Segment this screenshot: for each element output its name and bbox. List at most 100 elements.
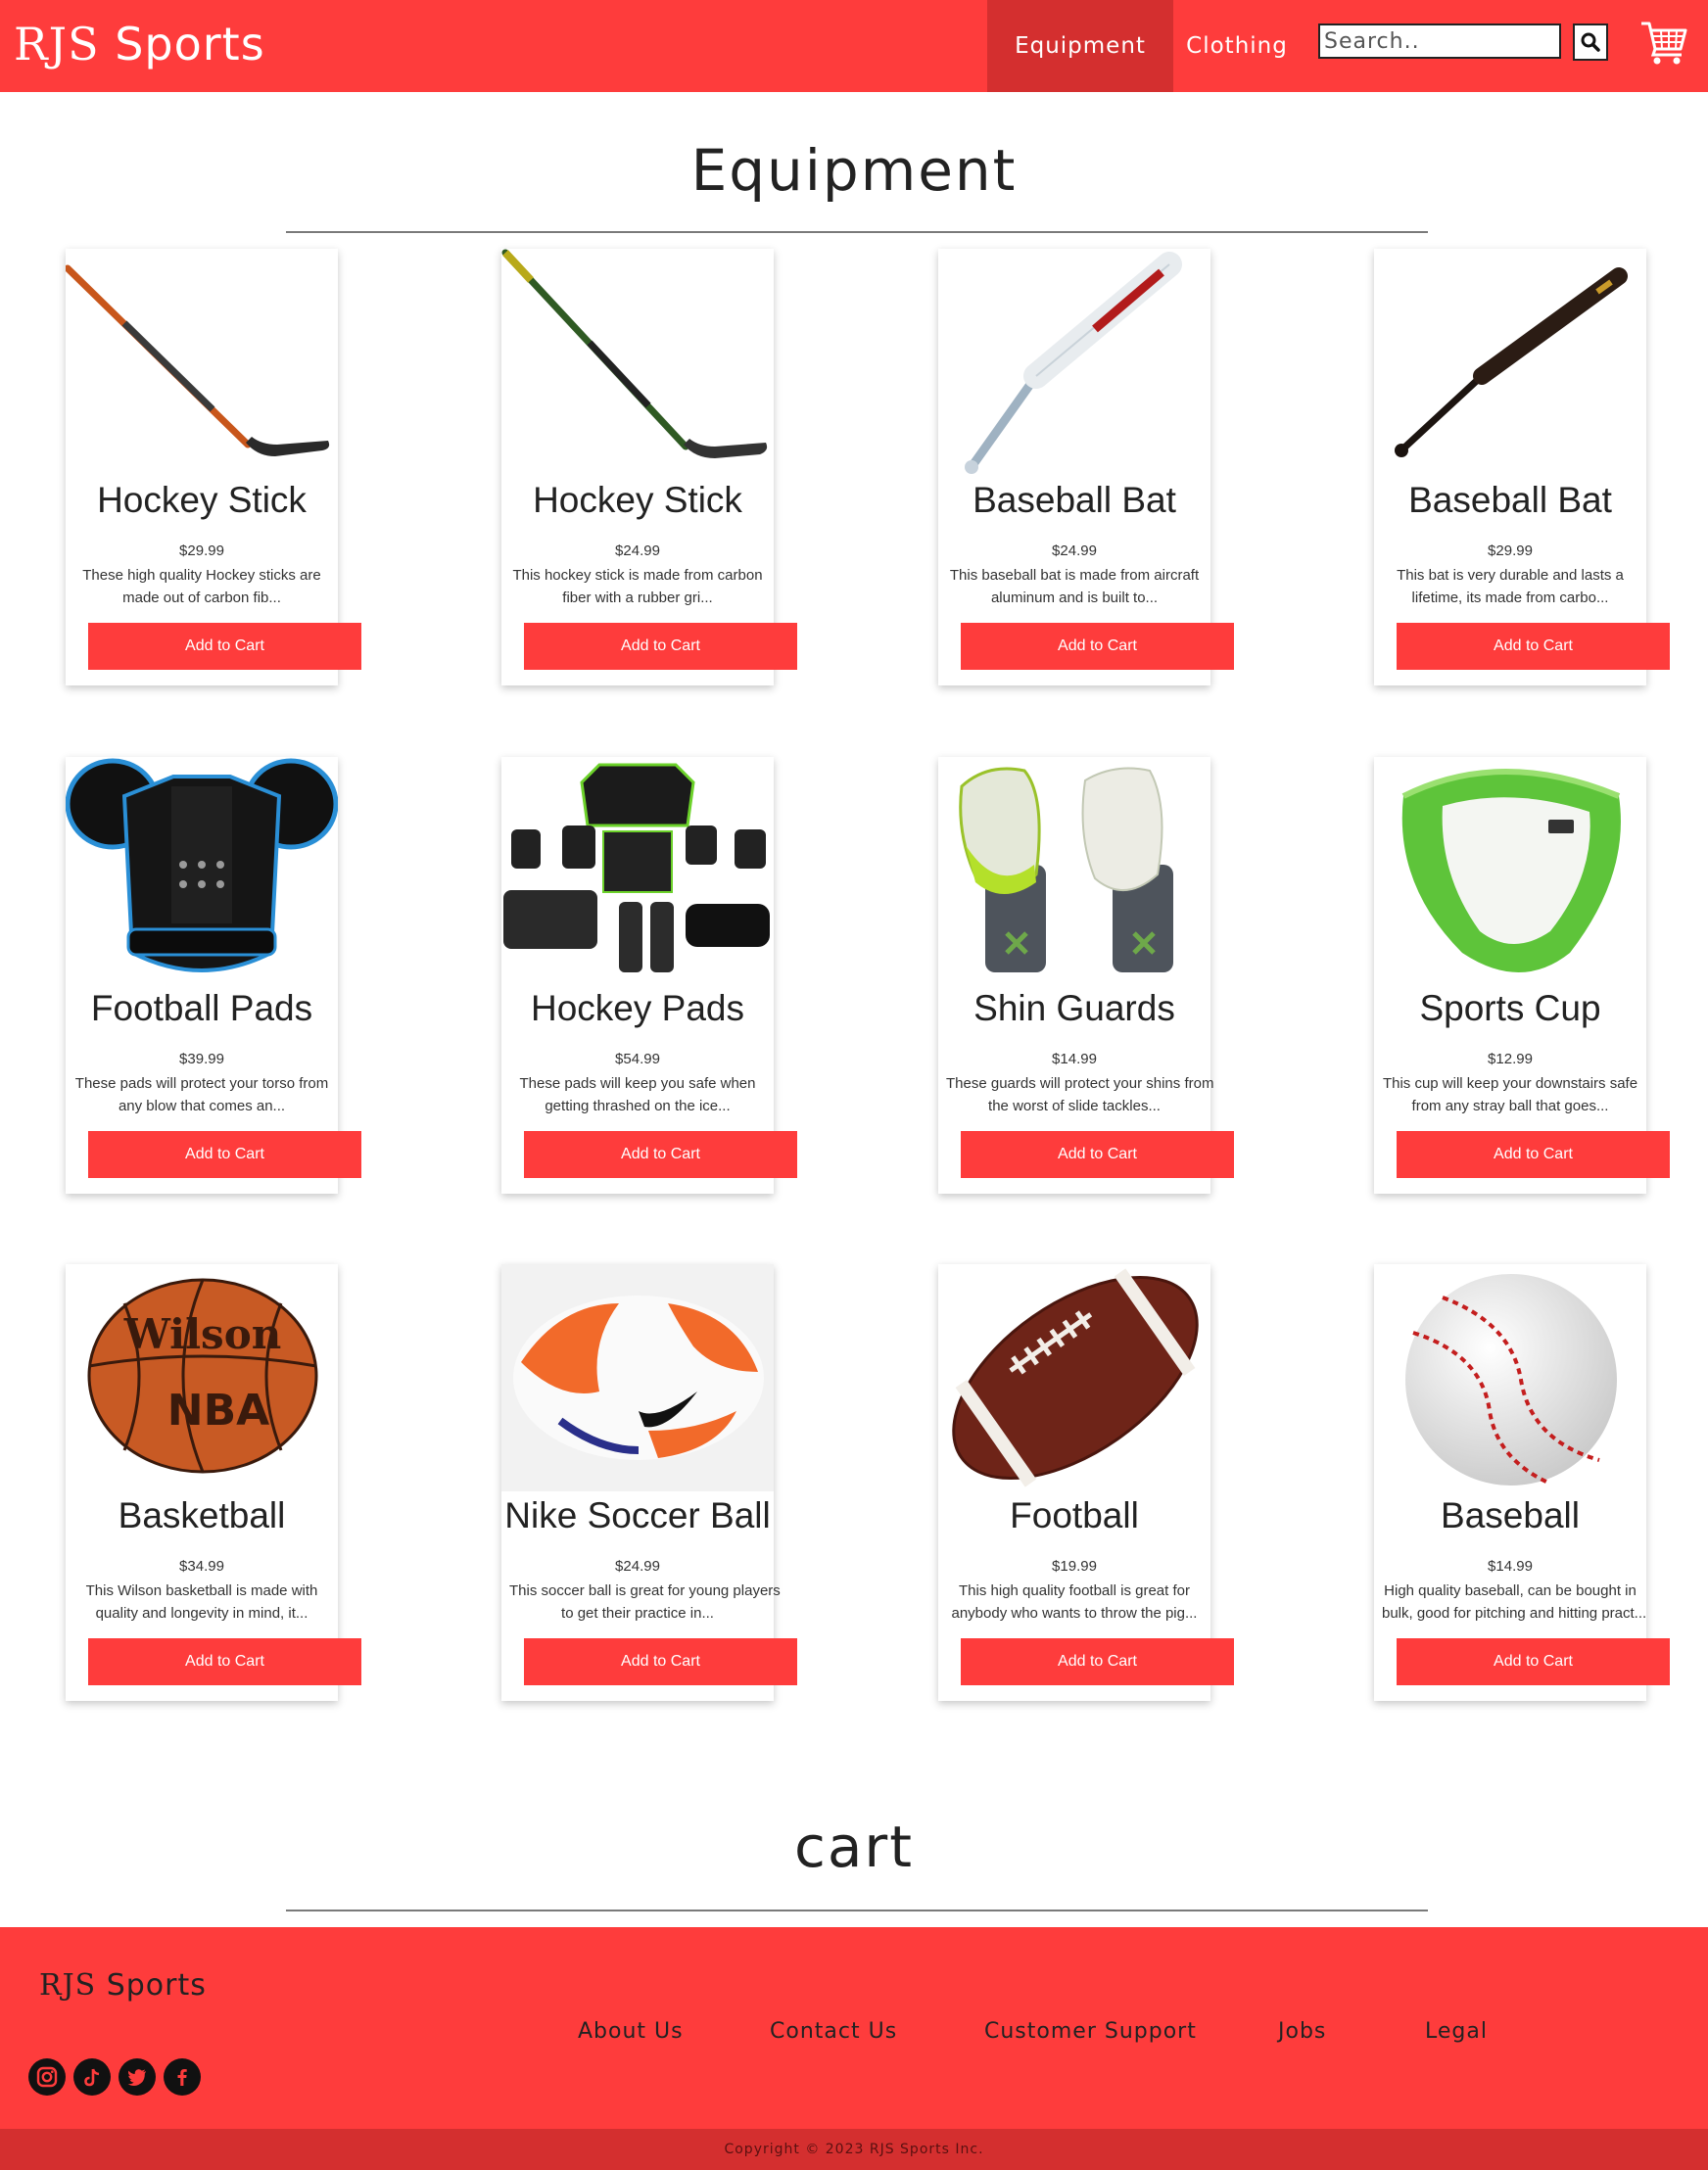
product-description: These high quality Hockey sticks are made… bbox=[82, 567, 321, 606]
footer-brand[interactable]: RJS Sports bbox=[39, 1968, 207, 2003]
site-header: RJS Sports Equipment Clothing bbox=[0, 0, 1708, 92]
product-card: Football $19.99 This high quality footba… bbox=[938, 1264, 1234, 1701]
instagram-icon[interactable] bbox=[28, 2058, 66, 2096]
product-description: These pads will keep you safe when gettin… bbox=[519, 1075, 756, 1114]
product-card: Baseball Bat $24.99 This baseball bat is… bbox=[938, 249, 1234, 685]
add-to-cart-button[interactable]: Add to Cart bbox=[88, 1638, 361, 1685]
search-button[interactable] bbox=[1573, 24, 1608, 61]
product-name: Baseball Bat bbox=[973, 480, 1176, 520]
product-description: This Wilson basketball is made with quali… bbox=[85, 1582, 318, 1622]
product-image[interactable] bbox=[1374, 1264, 1646, 1491]
baseball-bat-image bbox=[965, 252, 1182, 474]
baseball-bat-image bbox=[1395, 267, 1628, 457]
product-card: Wilson NBA Basketball $34.99 This Wilson… bbox=[66, 1264, 361, 1701]
footer-link-jobs[interactable]: Jobs bbox=[1278, 2019, 1326, 2044]
product-image[interactable] bbox=[938, 757, 1210, 984]
product-image[interactable] bbox=[1374, 757, 1646, 984]
product-card: Baseball Bat $29.99 This bat is very dur… bbox=[1374, 249, 1670, 685]
shin-guards-image bbox=[959, 767, 1173, 972]
product-price: $14.99 bbox=[1488, 1558, 1533, 1575]
product-description: High quality baseball, can be bought in b… bbox=[1382, 1582, 1647, 1622]
product-price: $24.99 bbox=[1052, 542, 1097, 559]
footer-link-about-us[interactable]: About Us bbox=[578, 2019, 684, 2044]
product-name: Hockey Pads bbox=[531, 988, 744, 1028]
tiktok-icon[interactable] bbox=[73, 2058, 111, 2096]
product-name: Shin Guards bbox=[973, 988, 1175, 1028]
add-to-cart-button[interactable]: Add to Cart bbox=[1397, 623, 1670, 670]
product-name: Hockey Stick bbox=[533, 480, 742, 520]
hockey-stick-image bbox=[501, 249, 768, 458]
product-name: Hockey Stick bbox=[97, 480, 307, 520]
add-to-cart-button[interactable]: Add to Cart bbox=[961, 623, 1234, 670]
cart-heading: cart bbox=[793, 1814, 915, 1880]
footer-link-customer-support[interactable]: Customer Support bbox=[984, 2019, 1197, 2044]
product-image[interactable] bbox=[501, 1264, 774, 1491]
product-image[interactable] bbox=[938, 1264, 1210, 1491]
football-image bbox=[952, 1268, 1199, 1487]
product-image[interactable]: Wilson NBA bbox=[66, 1264, 338, 1491]
product-description: This hockey stick is made from carbon fib… bbox=[512, 567, 763, 606]
product-image[interactable] bbox=[501, 757, 774, 984]
product-price: $24.99 bbox=[615, 1558, 660, 1575]
product-price: $12.99 bbox=[1488, 1051, 1533, 1067]
add-to-cart-button[interactable]: Add to Cart bbox=[961, 1131, 1234, 1178]
product-name: Sports Cup bbox=[1419, 988, 1601, 1028]
hockey-stick-image bbox=[66, 264, 330, 456]
product-image[interactable] bbox=[66, 757, 338, 984]
copyright-text: Copyright © 2023 RJS Sports Inc. bbox=[724, 2142, 984, 2157]
product-description: This baseball bat is made from aircraft a… bbox=[949, 567, 1200, 606]
copyright-bar: Copyright © 2023 RJS Sports Inc. bbox=[0, 2129, 1708, 2170]
product-price: $29.99 bbox=[179, 542, 224, 559]
product-card: Shin Guards $14.99 These guards will pro… bbox=[938, 757, 1234, 1194]
facebook-icon[interactable] bbox=[164, 2058, 201, 2096]
add-to-cart-button[interactable]: Add to Cart bbox=[88, 1131, 361, 1178]
add-to-cart-button[interactable]: Add to Cart bbox=[961, 1638, 1234, 1685]
product-image[interactable] bbox=[501, 249, 774, 476]
product-price: $29.99 bbox=[1488, 542, 1533, 559]
product-name: Football bbox=[1010, 1495, 1139, 1535]
product-price: $54.99 bbox=[615, 1051, 660, 1067]
svg-text:Wilson: Wilson bbox=[123, 1310, 282, 1358]
footer-link-contact-us[interactable]: Contact Us bbox=[770, 2019, 897, 2044]
add-to-cart-button[interactable]: Add to Cart bbox=[524, 1638, 797, 1685]
product-description: These pads will protect your torso from a… bbox=[74, 1075, 329, 1114]
product-price: $19.99 bbox=[1052, 1558, 1097, 1575]
product-name: Baseball Bat bbox=[1408, 480, 1612, 520]
shopping-cart-icon[interactable] bbox=[1639, 18, 1688, 67]
product-name: Basketball bbox=[118, 1495, 286, 1535]
search-input[interactable] bbox=[1318, 24, 1561, 59]
add-to-cart-button[interactable]: Add to Cart bbox=[1397, 1131, 1670, 1178]
nav-tab-equipment[interactable]: Equipment bbox=[987, 0, 1173, 92]
add-to-cart-button[interactable]: Add to Cart bbox=[1397, 1638, 1670, 1685]
product-price: $34.99 bbox=[179, 1558, 224, 1575]
product-name: Baseball bbox=[1441, 1495, 1580, 1535]
product-image[interactable] bbox=[938, 249, 1210, 476]
product-image[interactable] bbox=[1374, 249, 1646, 476]
basketball-image: Wilson NBA bbox=[87, 1278, 318, 1474]
footer-link-legal[interactable]: Legal bbox=[1425, 2019, 1488, 2044]
product-description: This high quality football is great for a… bbox=[951, 1582, 1198, 1622]
hockey-pads-image bbox=[503, 763, 770, 972]
add-to-cart-button[interactable]: Add to Cart bbox=[524, 623, 797, 670]
product-price: $24.99 bbox=[615, 542, 660, 559]
product-card: Baseball $14.99 High quality baseball, c… bbox=[1374, 1264, 1670, 1701]
site-logo[interactable]: RJS Sports bbox=[14, 18, 265, 71]
product-name: Football Pads bbox=[90, 988, 313, 1028]
soccer-ball-image bbox=[513, 1296, 764, 1460]
twitter-icon[interactable] bbox=[119, 2058, 156, 2096]
product-image[interactable] bbox=[66, 249, 338, 476]
product-description: This bat is very durable and lasts a life… bbox=[1397, 567, 1624, 606]
svg-text:NBA: NBA bbox=[167, 1386, 269, 1436]
product-description: This soccer ball is great for young play… bbox=[509, 1582, 781, 1622]
add-to-cart-button[interactable]: Add to Cart bbox=[524, 1131, 797, 1178]
product-name: Nike Soccer Ball bbox=[504, 1495, 771, 1535]
add-to-cart-button[interactable]: Add to Cart bbox=[88, 623, 361, 670]
product-price: $14.99 bbox=[1052, 1051, 1097, 1067]
divider bbox=[286, 231, 1428, 233]
nav-tab-clothing[interactable]: Clothing bbox=[1173, 0, 1301, 92]
product-price: $39.99 bbox=[179, 1051, 224, 1067]
product-card: Hockey Stick $24.99 This hockey stick is… bbox=[501, 249, 797, 685]
product-description: This cup will keep your downstairs safe f… bbox=[1382, 1075, 1638, 1114]
sports-cup-image bbox=[1401, 769, 1621, 972]
search-icon bbox=[1581, 32, 1600, 52]
